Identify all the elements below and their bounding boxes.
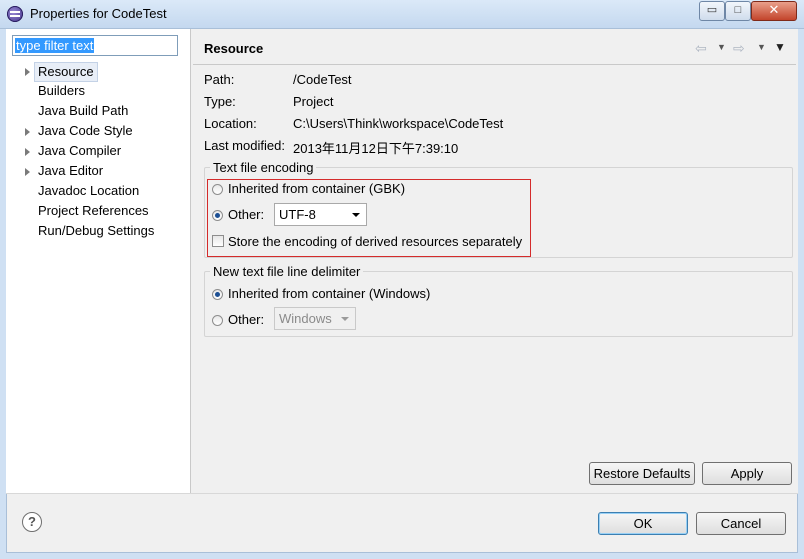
last-modified-label: Last modified: [204,138,285,153]
help-icon[interactable]: ? [22,512,42,532]
expand-arrow-icon[interactable] [25,168,30,176]
back-dropdown-icon[interactable]: ▼ [717,42,726,52]
page-title: Resource [204,41,264,56]
chevron-down-icon [341,317,349,321]
forward-dropdown-icon[interactable]: ▼ [757,42,766,52]
location-label: Location: [204,116,257,131]
tree-item-project-references[interactable]: Project References [38,202,149,220]
delimiter-other-label[interactable]: Other: [228,312,264,327]
eclipse-app-icon [7,6,23,22]
encoding-select-value: UTF-8 [279,207,316,222]
encoding-select[interactable]: UTF-8 [274,203,367,226]
delimiter-other-radio[interactable] [212,315,223,326]
cancel-button[interactable]: Cancel [696,512,786,535]
tree-item-java-build-path[interactable]: Java Build Path [38,102,128,120]
type-label: Type: [204,94,236,109]
minimize-button[interactable]: ▭ [699,1,725,21]
delimiter-select[interactable]: Windows [274,307,356,330]
close-button[interactable]: ✕ [751,1,797,21]
window-title: Properties for CodeTest [30,6,167,21]
encoding-inherited-label[interactable]: Inherited from container (GBK) [228,181,405,196]
forward-arrow-icon[interactable]: ⇨ [733,40,745,57]
last-modified-value: 2013年11月12日下午7:39:10 [293,141,459,156]
encoding-inherited-radio[interactable] [212,184,223,195]
restore-defaults-button[interactable]: Restore Defaults [589,462,695,485]
back-arrow-icon[interactable]: ⇦ [695,40,707,57]
encoding-other-label[interactable]: Other: [228,207,264,222]
footer-separator [6,493,798,494]
tree-item-javadoc-location[interactable]: Javadoc Location [38,182,139,200]
tree-item-resource[interactable]: Resource [34,62,98,82]
title-separator [193,64,796,65]
view-menu-icon[interactable]: ▼ [774,40,786,54]
delimiter-inherited-radio[interactable] [212,289,223,300]
tree-item-java-editor[interactable]: Java Editor [38,162,103,180]
text-file-encoding-title: Text file encoding [210,160,317,175]
property-page-pane [191,29,798,493]
store-encoding-checkbox[interactable] [212,235,224,247]
maximize-button[interactable]: □ [725,1,751,21]
location-value: C:\Users\Think\workspace\CodeTest [293,116,504,131]
tree-item-run-debug-settings[interactable]: Run/Debug Settings [38,222,154,240]
category-tree-pane [6,29,191,493]
expand-arrow-icon[interactable] [25,68,30,76]
path-value: /CodeTest [293,72,352,87]
delimiter-select-value: Windows [279,311,332,326]
filter-input[interactable]: type filter text [12,35,178,56]
encoding-other-radio[interactable] [212,210,223,221]
ok-button[interactable]: OK [598,512,688,535]
tree-item-java-compiler[interactable]: Java Compiler [38,142,121,160]
line-delimiter-title: New text file line delimiter [210,264,364,279]
path-label: Path: [204,72,235,87]
delimiter-inherited-label[interactable]: Inherited from container (Windows) [228,286,430,301]
expand-arrow-icon[interactable] [25,148,30,156]
tree-item-builders[interactable]: Builders [38,82,85,100]
type-value: Project [293,94,334,109]
store-encoding-label[interactable]: Store the encoding of derived resources … [228,234,522,249]
chevron-down-icon [352,213,360,217]
tree-item-java-code-style[interactable]: Java Code Style [38,122,133,140]
apply-button[interactable]: Apply [702,462,792,485]
filter-input-text[interactable]: type filter text [15,38,95,53]
expand-arrow-icon[interactable] [25,128,30,136]
